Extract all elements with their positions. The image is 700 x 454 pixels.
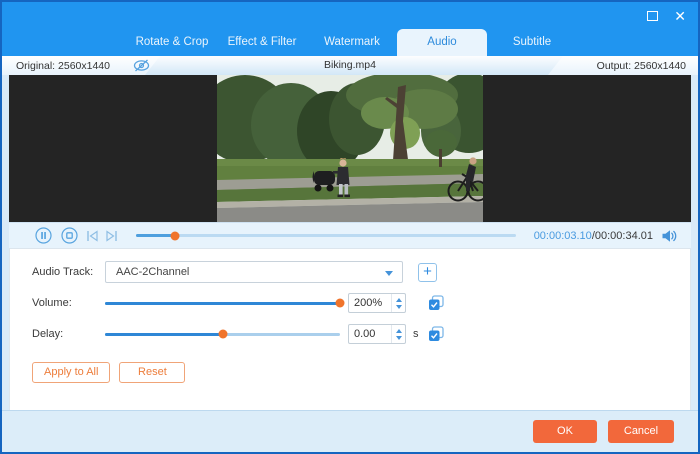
add-audio-track-button[interactable]: +: [418, 262, 437, 282]
output-resolution-label: Output: 2560x1440: [596, 59, 686, 72]
tab-bar: Rotate & Crop Effect & Filter Watermark …: [2, 29, 698, 56]
spinner-up-icon[interactable]: [395, 328, 402, 333]
delay-unit-label: s: [413, 328, 419, 340]
volume-label: Volume:: [32, 297, 72, 309]
volume-input-box: [348, 293, 406, 313]
audio-track-label: Audio Track:: [32, 266, 94, 278]
delay-slider-fill: [105, 332, 223, 336]
panel-buttons-row: Apply to All Reset: [32, 362, 690, 383]
next-frame-button[interactable]: [105, 229, 118, 242]
original-resolution-tab: Original: 2560x1440: [2, 56, 160, 75]
audio-track-value: AAC-2Channel: [116, 266, 190, 278]
delay-input-box: [348, 324, 406, 344]
video-frame-park-scene: [217, 75, 483, 222]
seek-slider[interactable]: [136, 231, 516, 240]
spinner-up-icon[interactable]: [395, 297, 402, 302]
volume-slider[interactable]: [105, 298, 345, 308]
cancel-button[interactable]: Cancel: [608, 420, 674, 443]
stop-button[interactable]: [61, 227, 78, 244]
volume-row: Volume:: [32, 291, 690, 315]
tab-watermark[interactable]: Watermark: [307, 29, 397, 56]
total-time: 00:00:34.01: [594, 229, 653, 242]
info-bar: Biking.mp4 Original: 2560x1440 Output: 2…: [2, 56, 698, 75]
time-display: 00:00:03.10/00:00:34.01: [534, 230, 653, 242]
volume-slider-fill: [105, 301, 340, 305]
delay-slider-thumb[interactable]: [218, 329, 227, 339]
footer-bar: OK Cancel: [2, 410, 698, 452]
spinner-down-icon[interactable]: [395, 304, 402, 309]
tab-audio[interactable]: Audio: [397, 29, 487, 56]
audio-track-row: Audio Track: AAC-2Channel +: [32, 260, 690, 284]
seek-slider-fill: [136, 234, 176, 237]
delay-label: Delay:: [32, 328, 64, 340]
delay-spinner: [391, 325, 405, 343]
spinner-down-icon[interactable]: [395, 335, 402, 340]
original-resolution-label: Original: 2560x1440: [16, 59, 110, 72]
apply-delay-to-all-icon[interactable]: [428, 326, 444, 342]
ok-button[interactable]: OK: [533, 420, 597, 443]
pause-button[interactable]: [35, 227, 52, 244]
seek-slider-thumb[interactable]: [170, 231, 180, 240]
video-preview-area: [9, 75, 691, 222]
output-resolution-tab: Output: 2560x1440: [548, 56, 698, 75]
tab-rotate-crop[interactable]: Rotate & Crop: [127, 29, 217, 56]
eye-slash-icon[interactable]: [132, 58, 151, 73]
speaker-icon[interactable]: [661, 229, 677, 243]
audio-track-select[interactable]: AAC-2Channel: [105, 261, 403, 283]
title-bar: ✕: [2, 2, 698, 29]
volume-slider-thumb[interactable]: [335, 298, 345, 308]
apply-to-all-button[interactable]: Apply to All: [32, 362, 111, 383]
reset-button[interactable]: Reset: [119, 362, 186, 383]
delay-slider[interactable]: [105, 329, 340, 339]
tab-effect-filter[interactable]: Effect & Filter: [217, 29, 307, 56]
maximize-icon[interactable]: [647, 10, 659, 21]
playback-control-bar: 00:00:03.10/00:00:34.01: [9, 222, 691, 248]
close-icon[interactable]: ✕: [674, 9, 686, 23]
delay-row: Delay: s: [32, 322, 690, 346]
apply-volume-to-all-icon[interactable]: [428, 295, 444, 311]
volume-spinner: [391, 294, 405, 312]
delay-input[interactable]: [349, 325, 391, 343]
volume-input[interactable]: [349, 294, 391, 312]
previous-frame-button[interactable]: [86, 229, 99, 242]
chevron-down-icon: [385, 271, 393, 276]
window-controls: ✕: [647, 2, 686, 29]
tab-subtitle[interactable]: Subtitle: [487, 29, 577, 56]
app-window: ✕ Rotate & Crop Effect & Filter Watermar…: [0, 0, 700, 454]
current-time: 00:00:03.10: [533, 229, 592, 242]
audio-settings-panel: Audio Track: AAC-2Channel + Volume: 200%…: [9, 248, 691, 410]
